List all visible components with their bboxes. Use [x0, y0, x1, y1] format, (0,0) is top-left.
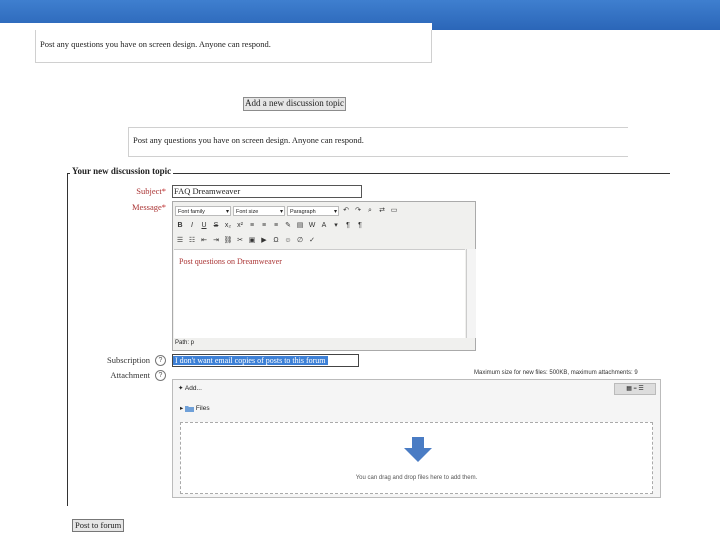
redo-icon[interactable]: ↷	[353, 206, 363, 216]
subscription-label-text: Subscription	[107, 355, 150, 365]
drop-zone[interactable]: You can drag and drop files here to add …	[180, 422, 653, 494]
paragraph-select[interactable]: Paragraph	[287, 206, 339, 217]
media-icon[interactable]: ▶	[259, 236, 269, 246]
subscription-label: Subscription	[70, 355, 150, 365]
outdent-icon[interactable]: ⇤	[199, 236, 209, 246]
drop-zone-text: You can drag and drop files here to add …	[355, 475, 478, 481]
indent-icon[interactable]: ⇥	[211, 236, 221, 246]
numbered-list-icon[interactable]: ☷	[187, 236, 197, 246]
undo-icon[interactable]: ↶	[341, 206, 351, 216]
subscription-selected-value: I don't want email copies of posts to th…	[173, 356, 328, 365]
forum-description-box: Post any questions you have on screen de…	[128, 127, 628, 157]
forum-intro-box: Post any questions you have on screen de…	[35, 30, 432, 63]
forum-description-text: Post any questions you have on screen de…	[133, 135, 364, 145]
forum-intro-text: Post any questions you have on screen de…	[40, 39, 271, 49]
attachment-label-text: Attachment	[110, 370, 150, 380]
files-label: Files	[195, 405, 210, 412]
view-toggle[interactable]: ▦ ≡ ☰	[614, 383, 656, 395]
link-icon[interactable]: ⛓	[223, 236, 233, 246]
find-icon[interactable]: ⌕	[365, 206, 375, 216]
fieldset-border-left	[67, 173, 68, 506]
italic-icon[interactable]: I	[187, 221, 197, 231]
align-center-icon[interactable]: ≡	[259, 221, 269, 231]
message-label-text: Message	[132, 202, 162, 212]
unlink-icon[interactable]: ✂	[235, 236, 245, 246]
editor-toolbar-row-1: Font family Font size Paragraph ↶ ↷ ⌕ ⇄ …	[175, 205, 399, 217]
paste-word-icon[interactable]: W	[307, 221, 317, 231]
ltr-icon[interactable]: ¶	[343, 221, 353, 231]
subscription-help-icon[interactable]: ?	[155, 355, 166, 366]
attachment-label: Attachment	[70, 370, 150, 380]
superscript-icon[interactable]: x²	[235, 221, 245, 231]
paste-text-icon[interactable]: ▤	[295, 221, 305, 231]
emoticon-icon[interactable]: ☺	[283, 236, 293, 246]
special-char-icon[interactable]: Ω	[271, 236, 281, 246]
folder-icon	[185, 405, 195, 412]
font-family-select[interactable]: Font family	[175, 206, 231, 217]
file-picker: ✦ Add... ▦ ≡ ☰ ▸ Files You can drag and …	[172, 379, 661, 498]
strikethrough-icon[interactable]: S	[211, 221, 221, 231]
rtl-icon[interactable]: ¶	[355, 221, 365, 231]
editor-content-area[interactable]: Post questions on Dreamweaver	[174, 249, 465, 338]
add-file-label: Add...	[184, 385, 202, 392]
subject-label-text: Subject	[136, 186, 162, 196]
add-file-button[interactable]: ✦ Add...	[178, 384, 202, 392]
editor-toolbar-row-2: B I U S x₂ x² ≡ ≡ ≡ ✎ ▤ W A ▾ ¶ ¶	[175, 220, 365, 232]
nolink-icon[interactable]: ∅	[295, 236, 305, 246]
fieldset-legend: Your new discussion topic	[70, 166, 174, 176]
editor-toolbar-row-3: ☰ ☷ ⇤ ⇥ ⛓ ✂ ▣ ▶ Ω ☺ ∅ ✓	[175, 235, 317, 247]
highlight-icon[interactable]: ▾	[331, 221, 341, 231]
replace-icon[interactable]: ⇄	[377, 206, 387, 216]
align-left-icon[interactable]: ≡	[247, 221, 257, 231]
add-file-icon: ✦	[178, 385, 185, 392]
attachment-help-icon[interactable]: ?	[155, 370, 166, 381]
font-size-select[interactable]: Font size	[233, 206, 285, 217]
post-to-forum-button[interactable]: Post to forum	[72, 519, 125, 532]
clean-format-icon[interactable]: ✎	[283, 221, 293, 231]
files-folder[interactable]: ▸ Files	[180, 404, 210, 412]
required-mark: *	[161, 186, 166, 196]
underline-icon[interactable]: U	[199, 221, 209, 231]
bold-icon[interactable]: B	[175, 221, 185, 231]
required-mark: *	[161, 202, 166, 212]
subscription-select[interactable]: I don't want email copies of posts to th…	[172, 354, 359, 367]
align-right-icon[interactable]: ≡	[271, 221, 281, 231]
bullet-list-icon[interactable]: ☰	[175, 236, 185, 246]
subscript-icon[interactable]: x₂	[223, 221, 233, 231]
subject-label: Subject*	[100, 186, 166, 196]
text-color-icon[interactable]: A	[319, 221, 329, 231]
editor-path: Path: p	[175, 340, 195, 346]
add-discussion-topic-button[interactable]: Add a new discussion topic	[243, 97, 346, 111]
message-label: Message*	[100, 202, 166, 212]
editor-scrollbar[interactable]	[466, 249, 476, 338]
banner-cutout	[0, 23, 432, 30]
subject-input[interactable]: FAQ Dreamweaver	[172, 185, 362, 198]
spellcheck-icon[interactable]: ✓	[307, 236, 317, 246]
message-editor[interactable]: Font family Font size Paragraph ↶ ↷ ⌕ ⇄ …	[172, 201, 476, 351]
image-icon[interactable]: ▣	[247, 236, 257, 246]
drop-arrow-icon	[404, 437, 432, 462]
max-size-note: Maximum size for new files: 500KB, maxim…	[474, 370, 638, 376]
fullscreen-icon[interactable]: ▭	[389, 206, 399, 216]
